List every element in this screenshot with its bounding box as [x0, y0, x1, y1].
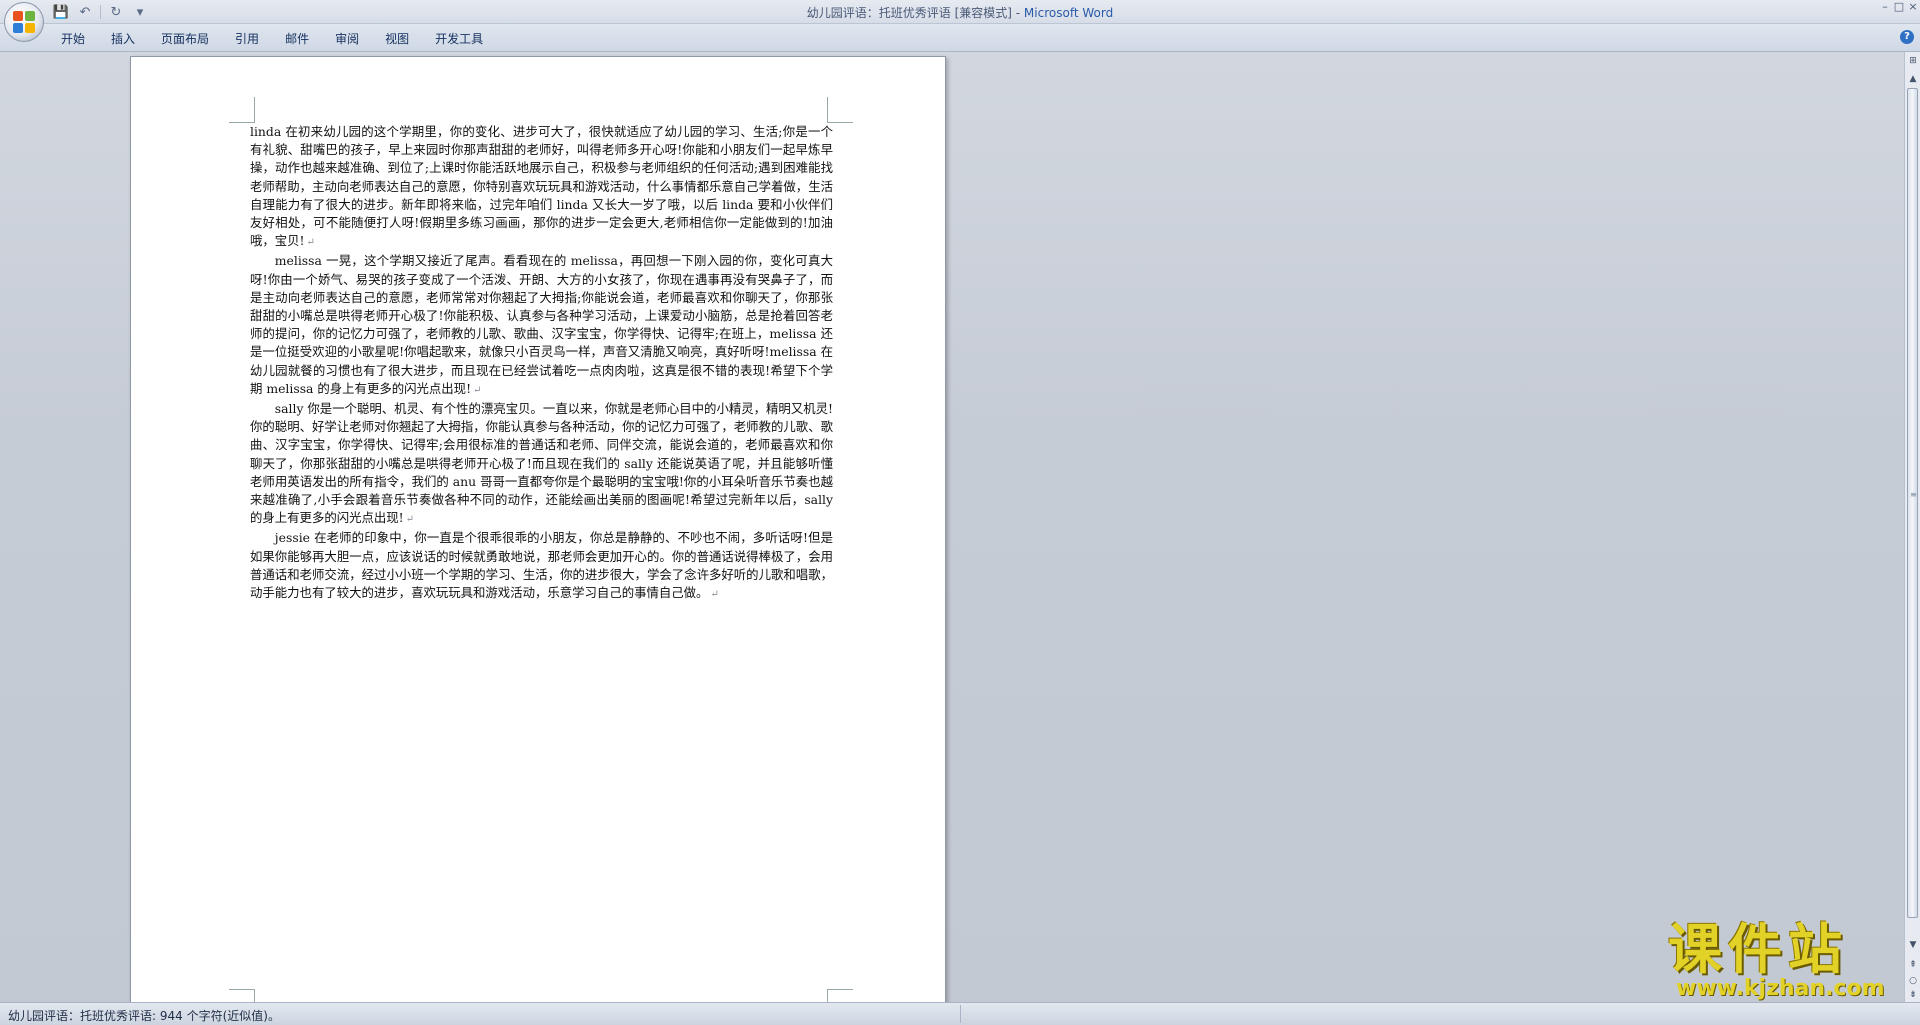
paragraph-jessie: jessie 在老师的印象中，你一直是个很乖很乖的小朋友，你总是静静的、不吵也不… — [250, 529, 833, 604]
close-button[interactable]: × — [1906, 0, 1920, 16]
scroll-down-icon[interactable]: ▼ — [1906, 938, 1920, 952]
crop-mark-top-right — [827, 97, 853, 123]
tab-review[interactable]: 审阅 — [322, 29, 372, 49]
scrollbar-thumb[interactable]: ≡ — [1907, 88, 1918, 918]
tab-home[interactable]: 开始 — [48, 29, 98, 49]
next-page-icon[interactable]: ⇟ — [1906, 988, 1920, 1002]
qat-separator — [100, 5, 101, 19]
office-logo-icon — [13, 11, 35, 33]
help-icon[interactable]: ? — [1900, 30, 1914, 44]
select-browse-object-icon[interactable]: ○ — [1906, 974, 1920, 988]
save-icon[interactable]: 💾 — [52, 3, 70, 21]
window-title: 幼儿园评语：托班优秀评语 [兼容模式] - Microsoft Word — [0, 4, 1920, 21]
paragraph-linda: linda 在初来幼儿园的这个学期里，你的变化、进步可大了，很快就适应了幼儿园的… — [250, 123, 833, 252]
crop-mark-top-left — [229, 97, 255, 123]
tab-insert[interactable]: 插入 — [98, 29, 148, 49]
paragraph-mark-icon: ↵ — [473, 384, 482, 396]
vertical-scrollbar[interactable]: ⊞ ▲ ≡ ▼ ⇞ ○ ⇟ — [1904, 52, 1920, 1002]
tab-view[interactable]: 视图 — [372, 29, 422, 49]
paragraph-mark-icon: ↵ — [306, 237, 315, 249]
paragraph-mark-icon: ↵ — [710, 589, 719, 601]
view-ruler-icon[interactable]: ⊞ — [1906, 54, 1920, 68]
title-bar: 💾 ↶ ↻ ▾ 幼儿园评语：托班优秀评语 [兼容模式] - Microsoft … — [0, 0, 1920, 42]
status-divider — [960, 1005, 961, 1023]
redo-icon[interactable]: ↻ — [107, 3, 125, 21]
paragraph-mark-icon: ↵ — [405, 514, 415, 526]
tab-references[interactable]: 引用 — [222, 29, 272, 49]
tab-page-layout[interactable]: 页面布局 — [148, 29, 222, 49]
watermark-url: www.kjzhan.com — [1676, 976, 1885, 1001]
watermark-logo: 课件站 www.kjzhan.com — [1668, 922, 1900, 1002]
crop-mark-bottom-right — [827, 989, 853, 1002]
document-workspace: linda 在初来幼儿园的这个学期里，你的变化、进步可大了，很快就适应了幼儿园的… — [0, 52, 1904, 1002]
scrollbar-grip-icon: ≡ — [1910, 490, 1917, 499]
paragraph-text: linda 在初来幼儿园的这个学期里，你的变化、进步可大了，很快就适应了幼儿园的… — [250, 124, 833, 249]
customize-qat-icon[interactable]: ▾ — [131, 3, 149, 21]
ribbon: 开始 插入 页面布局 引用 邮件 审阅 视图 开发工具 ? — [0, 24, 1920, 52]
watermark-brand: 课件站 — [1668, 918, 1848, 981]
paragraph-text: melissa 一晃，这个学期又接近了尾声。看看现在的 melissa，再回想一… — [250, 253, 833, 396]
document-page[interactable]: linda 在初来幼儿园的这个学期里，你的变化、进步可大了，很快就适应了幼儿园的… — [130, 56, 946, 1002]
app-name: Microsoft Word — [1023, 6, 1114, 20]
ribbon-tabs: 开始 插入 页面布局 引用 邮件 审阅 视图 开发工具 — [48, 29, 496, 49]
office-button[interactable] — [4, 2, 44, 42]
minimize-button[interactable]: – — [1878, 0, 1892, 16]
crop-mark-bottom-left — [229, 989, 255, 1002]
document-title: 幼儿园评语：托班优秀评语 [兼容模式] - — [806, 6, 1024, 20]
tab-developer[interactable]: 开发工具 — [422, 29, 496, 49]
tab-mailings[interactable]: 邮件 — [272, 29, 322, 49]
quick-access-toolbar: 💾 ↶ ↻ ▾ — [52, 3, 149, 21]
paragraph-melissa: melissa 一晃，这个学期又接近了尾声。看看现在的 melissa，再回想一… — [250, 252, 833, 400]
maximize-button[interactable]: □ — [1892, 0, 1906, 16]
status-bar: 幼儿园评语：托班优秀评语: 944 个字符(近似值)。 — [0, 1002, 1920, 1025]
paragraph-text: jessie 在老师的印象中，你一直是个很乖很乖的小朋友，你总是静静的、不吵也不… — [250, 530, 833, 601]
status-word-count[interactable]: 幼儿园评语：托班优秀评语: 944 个字符(近似值)。 — [8, 1007, 280, 1024]
window-controls: – □ × — [1878, 0, 1920, 16]
paragraph-text: sally 你是一个聪明、机灵、有个性的漂亮宝贝。一直以来，你就是老师心目中的小… — [250, 401, 833, 526]
scroll-up-icon[interactable]: ▲ — [1906, 72, 1920, 86]
undo-icon[interactable]: ↶ — [76, 3, 94, 21]
document-body[interactable]: linda 在初来幼儿园的这个学期里，你的变化、进步可大了，很快就适应了幼儿园的… — [250, 123, 833, 604]
previous-page-icon[interactable]: ⇞ — [1906, 958, 1920, 972]
paragraph-sally: sally 你是一个聪明、机灵、有个性的漂亮宝贝。一直以来，你就是老师心目中的小… — [250, 400, 833, 529]
